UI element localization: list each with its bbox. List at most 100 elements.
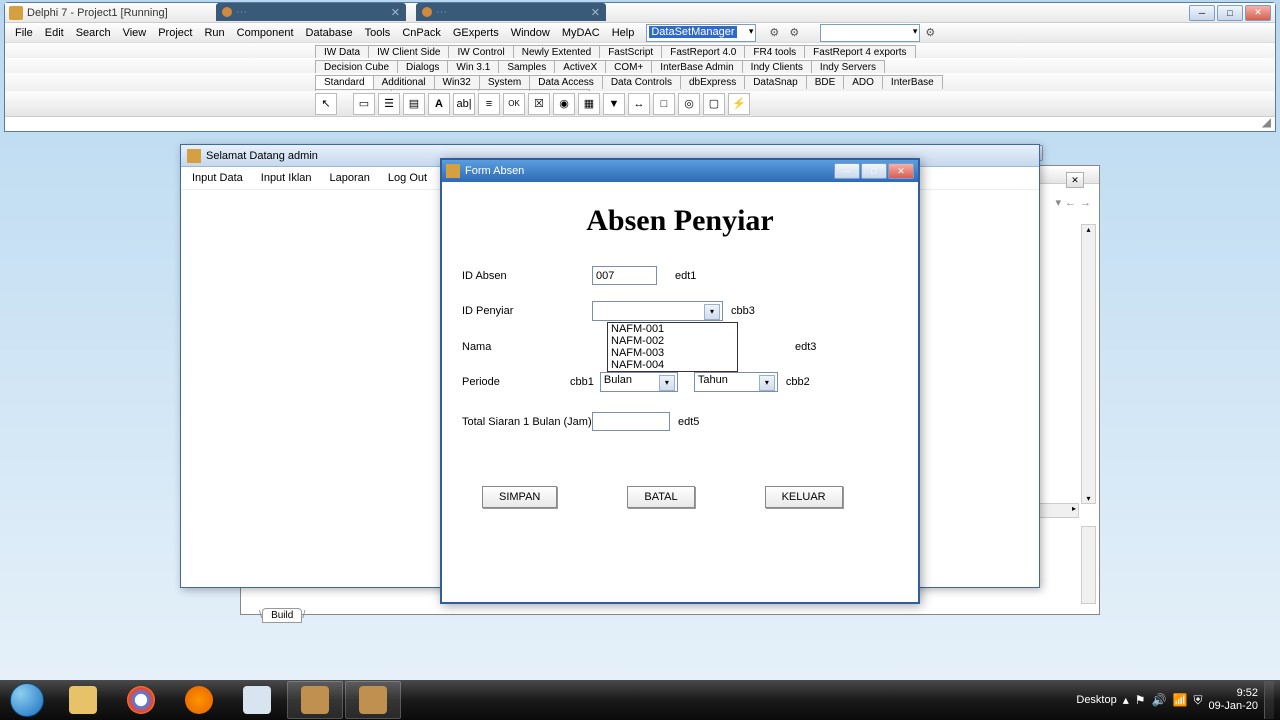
tab[interactable]: Newly Extented (513, 45, 600, 59)
menu-input-data[interactable]: Input Data (187, 170, 248, 186)
tray-network-icon[interactable]: 📶 (1172, 693, 1187, 707)
label-icon[interactable]: A (428, 93, 450, 115)
tray-flag-icon[interactable]: ⚑ (1135, 693, 1146, 707)
menu-help[interactable]: Help (606, 25, 641, 41)
panel-icon[interactable]: ▢ (703, 93, 725, 115)
tab[interactable]: IW Control (448, 45, 513, 59)
task-delphi-running[interactable] (345, 681, 401, 719)
task-explorer[interactable] (55, 681, 111, 719)
tab[interactable]: InterBase (882, 75, 943, 89)
menu-view[interactable]: View (117, 25, 153, 41)
menu-file[interactable]: File (9, 25, 39, 41)
menu-component[interactable]: Component (231, 25, 300, 41)
editor-scrollbar-vertical2[interactable] (1081, 526, 1096, 604)
menu-run[interactable]: Run (198, 25, 230, 41)
browser-tab[interactable]: ···✕ (416, 3, 606, 21)
tab[interactable]: COM+ (605, 60, 652, 74)
task-chrome[interactable] (113, 681, 169, 719)
form-close-button[interactable]: ✕ (888, 163, 914, 179)
tab-close-icon[interactable]: ✕ (391, 6, 400, 19)
scrollbar-icon[interactable]: ↔ (628, 93, 650, 115)
tool-icon[interactable]: ⚙ (764, 23, 784, 43)
menu-cnpack[interactable]: CnPack (396, 25, 447, 41)
tab[interactable]: IW Data (315, 45, 369, 59)
edit-icon[interactable]: ab| (453, 93, 475, 115)
input-total[interactable] (592, 412, 670, 431)
tab[interactable]: FR4 tools (744, 45, 805, 59)
close-button[interactable]: ✕ (1245, 5, 1271, 21)
dropdown-option[interactable]: NAFM-002 (608, 335, 737, 347)
tab[interactable]: Additional (373, 75, 435, 89)
menu-search[interactable]: Search (70, 25, 117, 41)
tab[interactable]: System (479, 75, 530, 89)
button-icon[interactable]: OK (503, 93, 525, 115)
tab[interactable]: IW Client Side (368, 45, 449, 59)
tab[interactable]: Indy Clients (742, 60, 812, 74)
menu-mydac[interactable]: MyDAC (556, 25, 606, 41)
secondary-combo[interactable] (820, 24, 920, 42)
tray-clock[interactable]: 9:52 09-Jan-20 (1208, 687, 1258, 713)
listbox-icon[interactable]: ▦ (578, 93, 600, 115)
popupmenu-icon[interactable]: ▤ (403, 93, 425, 115)
menu-laporan[interactable]: Laporan (325, 170, 375, 186)
tool-icon[interactable]: ⚙ (920, 23, 940, 43)
tab[interactable]: FastReport 4.0 (661, 45, 745, 59)
forward-icon[interactable]: → (1080, 197, 1091, 209)
combo-tahun[interactable]: Tahun (694, 372, 778, 392)
tray-security-icon[interactable]: ⛨ (1193, 693, 1202, 708)
simpan-button[interactable]: SIMPAN (482, 486, 557, 508)
menu-database[interactable]: Database (300, 25, 359, 41)
memo-icon[interactable]: ≡ (478, 93, 500, 115)
minimize-button[interactable]: ─ (1189, 5, 1215, 21)
tab[interactable]: InterBase Admin (651, 60, 742, 74)
build-tab[interactable]: Build (262, 608, 302, 623)
show-desktop-button[interactable] (1264, 681, 1274, 719)
tab[interactable]: BDE (806, 75, 845, 89)
back-icon[interactable]: ← (1065, 197, 1076, 209)
resize-grip[interactable]: ◢ (1262, 115, 1271, 129)
tab[interactable]: Decision Cube (315, 60, 398, 74)
combobox-icon[interactable]: ▼ (603, 93, 625, 115)
tab[interactable]: FastReport 4 exports (804, 45, 915, 59)
menu-logout[interactable]: Log Out (383, 170, 432, 186)
tab[interactable]: Win 3.1 (447, 60, 499, 74)
dropdown-option[interactable]: NAFM-004 (608, 359, 737, 371)
tab[interactable]: Dialogs (397, 60, 448, 74)
menu-input-iklan[interactable]: Input Iklan (256, 170, 317, 186)
task-firefox[interactable] (171, 681, 227, 719)
form-minimize-button[interactable]: ─ (834, 163, 860, 179)
maximize-button[interactable]: □ (1217, 5, 1243, 21)
tab[interactable]: FastScript (599, 45, 662, 59)
form-maximize-button[interactable]: □ (861, 163, 887, 179)
task-notepad[interactable] (229, 681, 285, 719)
mainmenu-icon[interactable]: ☰ (378, 93, 400, 115)
tab[interactable]: ADO (843, 75, 883, 89)
menu-tools[interactable]: Tools (359, 25, 397, 41)
tab[interactable]: Data Access (529, 75, 603, 89)
tab[interactable]: ActiveX (554, 60, 606, 74)
frame-icon[interactable]: ▭ (353, 93, 375, 115)
dropdown-option[interactable]: NAFM-001 (608, 323, 737, 335)
tab[interactable]: dbExpress (680, 75, 745, 89)
batal-button[interactable]: BATAL (627, 486, 694, 508)
start-button[interactable] (0, 681, 54, 719)
menu-window[interactable]: Window (505, 25, 556, 41)
radiogroup-icon[interactable]: ◎ (678, 93, 700, 115)
tray-volume-icon[interactable]: 🔊 (1152, 693, 1167, 707)
tab-close-icon[interactable]: ✕ (591, 6, 600, 19)
editor-scrollbar-vertical[interactable] (1081, 224, 1096, 504)
menu-project[interactable]: Project (152, 25, 198, 41)
pointer-icon[interactable]: ↖ (315, 93, 337, 115)
tab-standard[interactable]: Standard (315, 75, 374, 89)
checkbox-icon[interactable]: ☒ (528, 93, 550, 115)
dropdown-option[interactable]: NAFM-003 (608, 347, 737, 359)
menu-gexperts[interactable]: GExperts (447, 25, 505, 41)
task-delphi[interactable] (287, 681, 343, 719)
panel-close-button[interactable]: ✕ (1066, 172, 1084, 188)
tray-chevron-icon[interactable]: ▴ (1123, 693, 1129, 707)
tab[interactable]: Data Controls (602, 75, 681, 89)
dataset-manager-combo[interactable]: DataSetManager (646, 24, 756, 42)
tool-icon[interactable]: ⚙ (784, 23, 804, 43)
keluar-button[interactable]: KELUAR (765, 486, 843, 508)
menu-edit[interactable]: Edit (39, 25, 70, 41)
